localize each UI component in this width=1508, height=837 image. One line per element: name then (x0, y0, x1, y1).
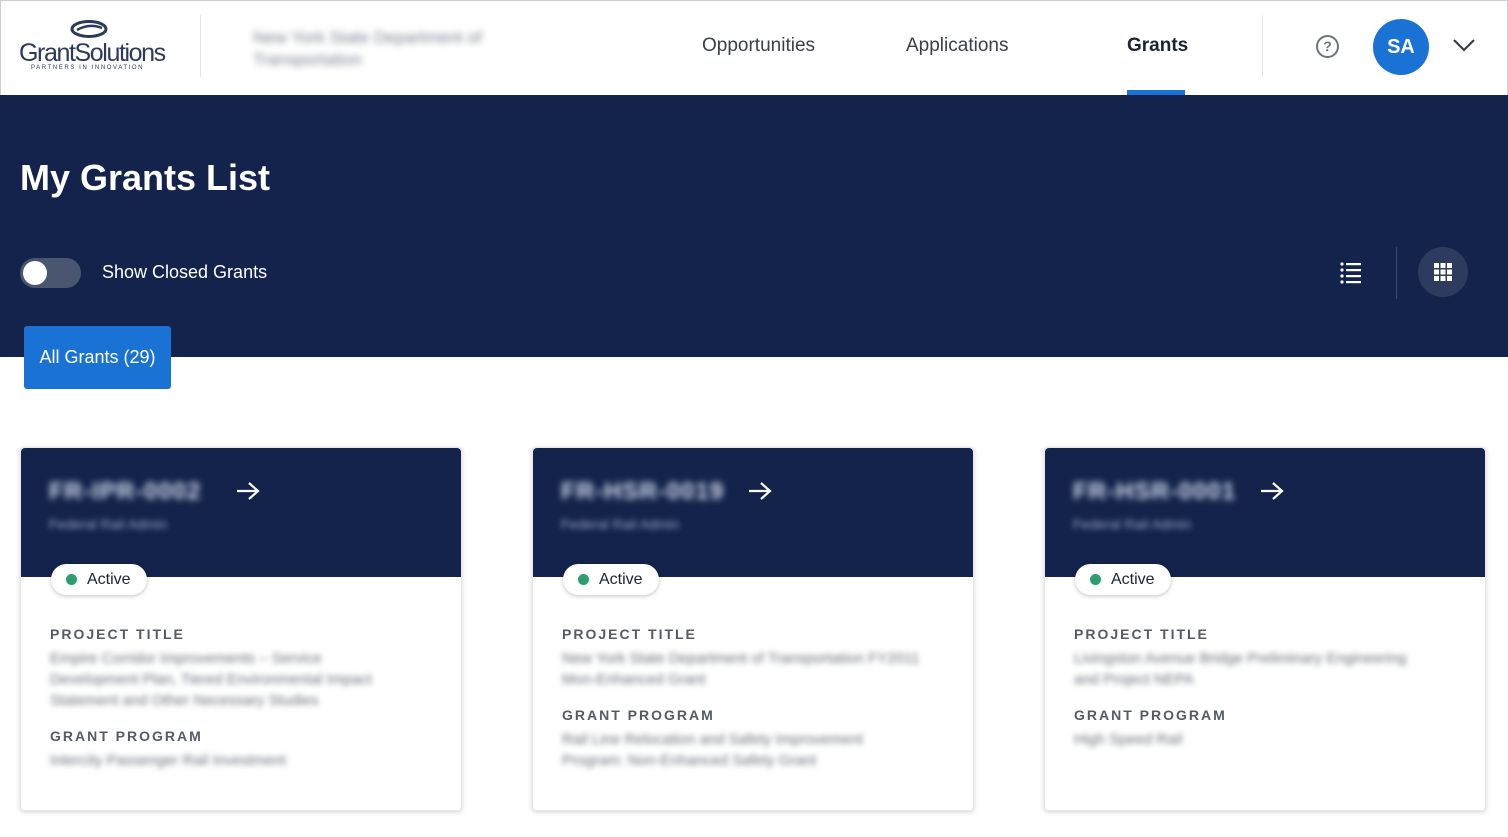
page-hero: My Grants List Show Closed Grants All Gr… (0, 95, 1508, 389)
organization-name: New York State Department of Transportat… (253, 28, 482, 69)
grant-program-value: High Speed Rail (1074, 731, 1183, 748)
header-divider (1262, 15, 1263, 77)
chevron-down-icon[interactable] (1452, 37, 1476, 53)
grant-program-label: GRANT PROGRAM (50, 728, 203, 744)
status-badge: Active (51, 564, 147, 595)
top-navigation-bar: GrantSolutions PARTNERS IN INNOVATION Ne… (0, 0, 1508, 96)
list-view-icon (1340, 262, 1361, 284)
toggle-label: Show Closed Grants (102, 262, 268, 282)
show-closed-grants-toggle[interactable] (20, 258, 81, 288)
project-title-value: Livingston Avenue Bridge Preliminary Eng… (1074, 650, 1407, 688)
grant-subtitle: Federal Rail Admin (49, 516, 168, 532)
logo-swoosh-icon (70, 20, 108, 38)
grant-subtitle: Federal Rail Admin (1073, 516, 1192, 532)
status-label: Active (87, 571, 131, 588)
grant-program-label: GRANT PROGRAM (562, 707, 715, 723)
status-label: Active (599, 571, 643, 588)
grant-subtitle: Federal Rail Admin (561, 516, 680, 532)
project-title-label: PROJECT TITLE (1074, 626, 1209, 642)
project-title-label: PROJECT TITLE (562, 626, 697, 642)
grant-number[interactable]: FR-HSR-0001 (1073, 478, 1236, 506)
nav-opportunities[interactable]: Opportunities (702, 35, 815, 57)
logo-wordmark: GrantSolutions (19, 39, 166, 67)
header-divider (200, 15, 201, 77)
nav-grants[interactable]: Grants (1127, 35, 1188, 57)
nav-applications[interactable]: Applications (906, 35, 1008, 57)
arrow-right-icon[interactable] (235, 480, 261, 502)
status-badge: Active (563, 564, 659, 595)
page-title: My Grants List (20, 157, 271, 198)
view-toggle-divider (1396, 247, 1397, 299)
grant-number[interactable]: FR-IPR-0002 (49, 478, 201, 506)
grant-card-header: FR-IPR-0002 Federal Rail Admin (21, 448, 461, 577)
grant-card[interactable]: FR-HSR-0001 Federal Rail Admin Active PR… (1044, 447, 1486, 811)
toggle-knob (23, 261, 47, 285)
status-dot-icon (578, 574, 589, 585)
user-avatar[interactable]: SA (1373, 19, 1429, 75)
status-dot-icon (66, 574, 77, 585)
grant-program-label: GRANT PROGRAM (1074, 707, 1227, 723)
grant-card-header: FR-HSR-0001 Federal Rail Admin (1045, 448, 1485, 577)
project-title-label: PROJECT TITLE (50, 626, 185, 642)
grant-card[interactable]: FR-HSR-0019 Federal Rail Admin Active PR… (532, 447, 974, 811)
logo-tagline: PARTNERS IN INNOVATION (31, 65, 145, 71)
grant-program-value: Rail Line Relocation and Safety Improvem… (562, 731, 863, 769)
status-dot-icon (1090, 574, 1101, 585)
list-view-button[interactable] (1326, 247, 1376, 297)
status-label: Active (1111, 571, 1155, 588)
grid-view-button[interactable] (1418, 247, 1468, 297)
project-title-value: New York State Department of Transportat… (562, 650, 920, 688)
tab-all-grants[interactable]: All Grants (29) (24, 326, 171, 389)
arrow-right-icon[interactable] (747, 480, 773, 502)
arrow-right-icon[interactable] (1259, 480, 1285, 502)
project-title-value: Empire Corridor Improvements – Service D… (50, 650, 372, 709)
grant-card[interactable]: FR-IPR-0002 Federal Rail Admin Active PR… (20, 447, 462, 811)
grid-view-icon (1434, 263, 1452, 281)
grant-number[interactable]: FR-HSR-0019 (561, 478, 724, 506)
grant-card-header: FR-HSR-0019 Federal Rail Admin (533, 448, 973, 577)
grantsolutions-logo[interactable]: GrantSolutions PARTNERS IN INNOVATION (19, 19, 169, 75)
status-badge: Active (1075, 564, 1171, 595)
question-circle-icon[interactable]: ? (1316, 35, 1339, 58)
grant-program-value: Intercity Passenger Rail Investment (50, 752, 286, 769)
